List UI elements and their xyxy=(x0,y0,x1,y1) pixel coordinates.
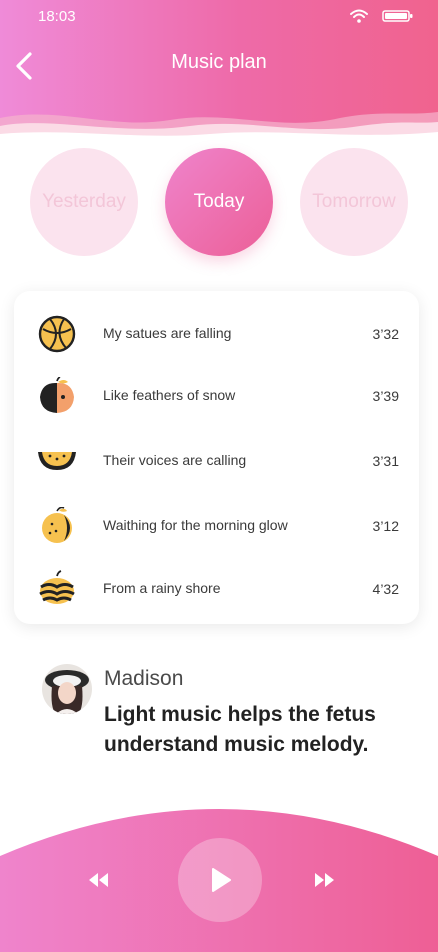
song-item[interactable]: Their voices are calling 3’31 xyxy=(14,435,419,485)
song-title: Like feathers of snow xyxy=(103,387,236,403)
pumpkin-icon xyxy=(39,570,75,604)
song-duration: 3’31 xyxy=(372,453,399,469)
header-waves-decoration xyxy=(0,112,438,140)
avatar-image xyxy=(42,664,92,714)
fast-forward-icon xyxy=(315,873,334,887)
wifi-icon xyxy=(350,9,368,23)
comment-author: Madison xyxy=(104,667,184,690)
song-duration: 3’32 xyxy=(372,326,399,342)
play-button[interactable] xyxy=(178,838,262,922)
basketball-fruit-icon xyxy=(38,315,76,353)
battery-icon xyxy=(382,10,413,22)
rewind-icon xyxy=(89,873,108,887)
comment-text: Light music helps the fetus understand m… xyxy=(104,703,376,756)
song-duration: 4’32 xyxy=(372,581,399,597)
kiwi-fruit-icon xyxy=(42,507,72,543)
card-pointer xyxy=(204,272,244,292)
half-apple-icon xyxy=(40,377,74,413)
avatar[interactable] xyxy=(42,664,92,714)
play-icon xyxy=(212,868,231,892)
rewind-button[interactable] xyxy=(86,868,112,892)
song-item[interactable]: Waithing for the morning glow 3’12 xyxy=(14,500,419,550)
song-title: My satues are falling xyxy=(103,325,232,341)
header-bar: 18:03 Music plan xyxy=(0,0,438,140)
day-today[interactable]: Today xyxy=(165,148,273,256)
song-duration: 3’12 xyxy=(372,518,399,534)
song-list-card: My satues are falling 3’32 Like feathers… xyxy=(14,291,419,624)
page-title: Music plan xyxy=(171,51,267,73)
song-title: From a rainy shore xyxy=(103,580,221,596)
status-icons xyxy=(350,9,414,23)
song-title: Waithing for the morning glow xyxy=(103,517,288,533)
song-item[interactable]: Like feathers of snow 3’39 xyxy=(14,370,419,420)
day-yesterday[interactable]: Yesterday xyxy=(30,148,138,256)
song-item[interactable]: From a rainy shore 4’32 xyxy=(14,563,419,613)
song-item[interactable]: My satues are falling 3’32 xyxy=(14,308,419,358)
fast-forward-button[interactable] xyxy=(311,868,337,892)
watermelon-slice-icon xyxy=(38,452,76,470)
day-tomorrow[interactable]: Tomorrow xyxy=(300,148,408,256)
song-title: Their voices are calling xyxy=(103,452,247,468)
song-duration: 3’39 xyxy=(372,388,399,404)
status-time: 18:03 xyxy=(38,8,76,25)
